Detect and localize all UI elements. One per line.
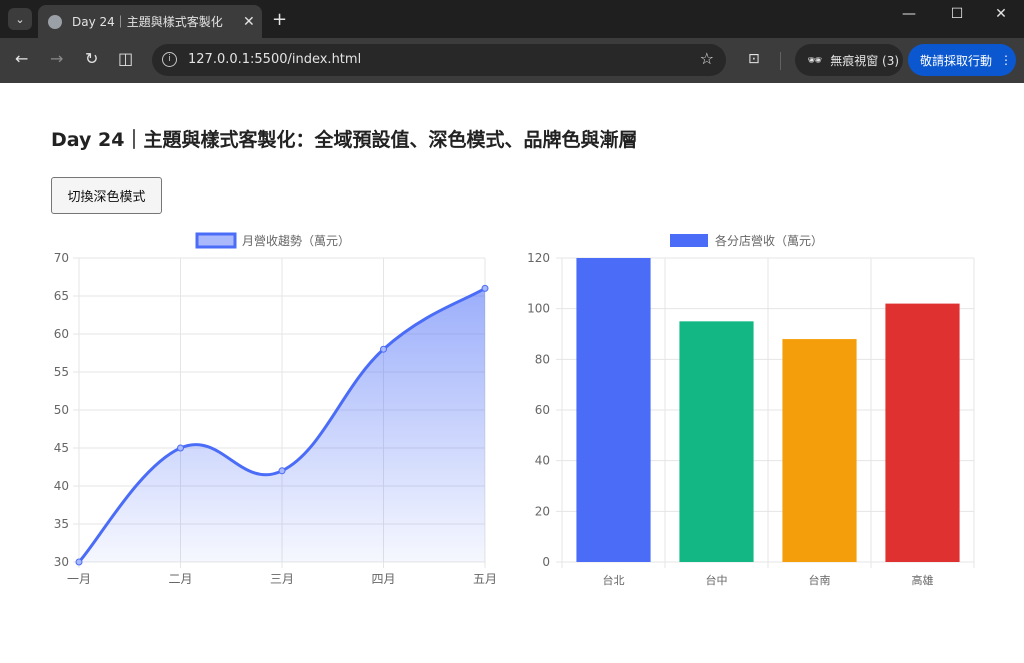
y-tick-label: 65 bbox=[54, 289, 69, 303]
tab-title: Day 24｜主題與樣式客製化 bbox=[72, 15, 223, 29]
y-tick-label: 20 bbox=[535, 504, 550, 518]
revenue-trend-chart: 30 35 40 45 50 55 60 65 70 一月 二月 三月 四月 五月 月營收趨勢（萬元） bbox=[54, 232, 497, 586]
take-action-button[interactable]: 敬請採取行動 ⋮ bbox=[908, 44, 1016, 76]
y-tick-label: 120 bbox=[527, 251, 550, 265]
lens-icon[interactable]: ⊡ bbox=[748, 51, 760, 67]
x-tick-label: 三月 bbox=[270, 572, 294, 586]
close-window-button[interactable]: ✕ bbox=[978, 6, 1024, 22]
x-tick-label: 四月 bbox=[371, 572, 395, 586]
bar bbox=[885, 303, 960, 562]
chevron-down-icon: ⌄ bbox=[15, 12, 25, 26]
reload-icon[interactable]: ↻ bbox=[85, 49, 98, 68]
take-action-label: 敬請採取行動 bbox=[920, 53, 993, 68]
line-chart-container: 30 35 40 45 50 55 60 65 70 一月 二月 三月 四月 五月 月營收趨勢（萬元） bbox=[0, 228, 512, 602]
x-tick-label: 台南 bbox=[809, 573, 831, 587]
legend-label: 月營收趨勢（萬元） bbox=[242, 233, 350, 248]
y-tick-label: 35 bbox=[54, 517, 69, 531]
data-point bbox=[278, 467, 286, 475]
site-info-icon[interactable]: i bbox=[162, 52, 177, 67]
x-tick-label: 五月 bbox=[473, 572, 497, 586]
branch-revenue-chart: 0 20 40 60 80 100 120 台北 台中 台南 高雄 各分店營收（萬元） bbox=[527, 233, 975, 587]
x-tick-label: 高雄 bbox=[912, 573, 934, 587]
y-tick-label: 0 bbox=[542, 555, 550, 569]
x-tick-label: 一月 bbox=[67, 572, 91, 586]
y-tick-label: 60 bbox=[54, 327, 69, 341]
page-content: Day 24｜主題與樣式客製化：全域預設值、深色模式、品牌色與漸層 切換深色模式… bbox=[0, 83, 1024, 663]
new-tab-button[interactable]: + bbox=[272, 9, 287, 30]
bar bbox=[782, 339, 857, 562]
incognito-indicator[interactable]: 🕶 無痕視窗 (3) bbox=[795, 44, 903, 76]
x-tick-label: 二月 bbox=[168, 572, 192, 586]
data-point bbox=[481, 284, 489, 292]
data-point bbox=[177, 444, 184, 452]
bookmark-star-icon[interactable]: ☆ bbox=[700, 49, 714, 68]
address-bar[interactable]: i 127.0.0.1:5500/index.html ☆ bbox=[152, 44, 726, 76]
browser-tab[interactable]: Day 24｜主題與樣式客製化 ✕ bbox=[38, 5, 262, 38]
x-tick-label: 台中 bbox=[706, 573, 728, 587]
browser-toolbar: ← → ↻ ◫ i 127.0.0.1:5500/index.html ☆ ⊡ … bbox=[0, 38, 1024, 83]
y-tick-label: 100 bbox=[527, 302, 550, 316]
split-view-icon[interactable]: ◫ bbox=[118, 49, 133, 68]
maximize-button[interactable]: ☐ bbox=[934, 6, 980, 22]
y-tick-label: 60 bbox=[535, 403, 550, 417]
y-tick-label: 50 bbox=[54, 403, 69, 417]
y-tick-label: 80 bbox=[535, 352, 550, 366]
tab-list-button[interactable]: ⌄ bbox=[8, 8, 32, 30]
globe-icon bbox=[48, 14, 62, 29]
data-point bbox=[380, 345, 387, 353]
bar bbox=[576, 258, 651, 562]
bar-chart-container: 0 20 40 60 80 100 120 台北 台中 台南 高雄 各分店營收（萬元） bbox=[512, 228, 1024, 602]
minimize-button[interactable]: — bbox=[886, 6, 932, 22]
legend-swatch bbox=[195, 232, 237, 249]
toggle-dark-mode-button[interactable]: 切換深色模式 bbox=[51, 177, 162, 214]
more-vert-icon[interactable]: ⋮ bbox=[1000, 53, 1012, 67]
y-tick-label: 45 bbox=[54, 441, 69, 455]
tab-bar: ⌄ Day 24｜主題與樣式客製化 ✕ + — ☐ ✕ bbox=[0, 0, 1024, 38]
close-tab-icon[interactable]: ✕ bbox=[243, 14, 255, 30]
bar bbox=[679, 321, 754, 562]
y-tick-label: 40 bbox=[54, 479, 69, 493]
forward-arrow-icon[interactable]: → bbox=[50, 49, 63, 68]
legend-swatch bbox=[670, 234, 708, 247]
back-arrow-icon[interactable]: ← bbox=[15, 49, 28, 68]
page-title: Day 24｜主題與樣式客製化：全域預設值、深色模式、品牌色與漸層 bbox=[51, 129, 638, 151]
url-text[interactable]: 127.0.0.1:5500/index.html bbox=[188, 52, 361, 67]
data-point bbox=[75, 558, 83, 566]
y-tick-label: 30 bbox=[54, 555, 69, 569]
incognito-icon: 🕶 bbox=[807, 53, 823, 67]
x-tick-label: 台北 bbox=[603, 573, 625, 587]
y-tick-label: 55 bbox=[54, 365, 69, 379]
y-tick-label: 40 bbox=[535, 454, 550, 468]
legend-label: 各分店營收（萬元） bbox=[715, 233, 823, 248]
incognito-label: 無痕視窗 (3) bbox=[830, 53, 900, 68]
y-tick-label: 70 bbox=[54, 251, 69, 265]
toolbar-divider bbox=[780, 52, 781, 70]
